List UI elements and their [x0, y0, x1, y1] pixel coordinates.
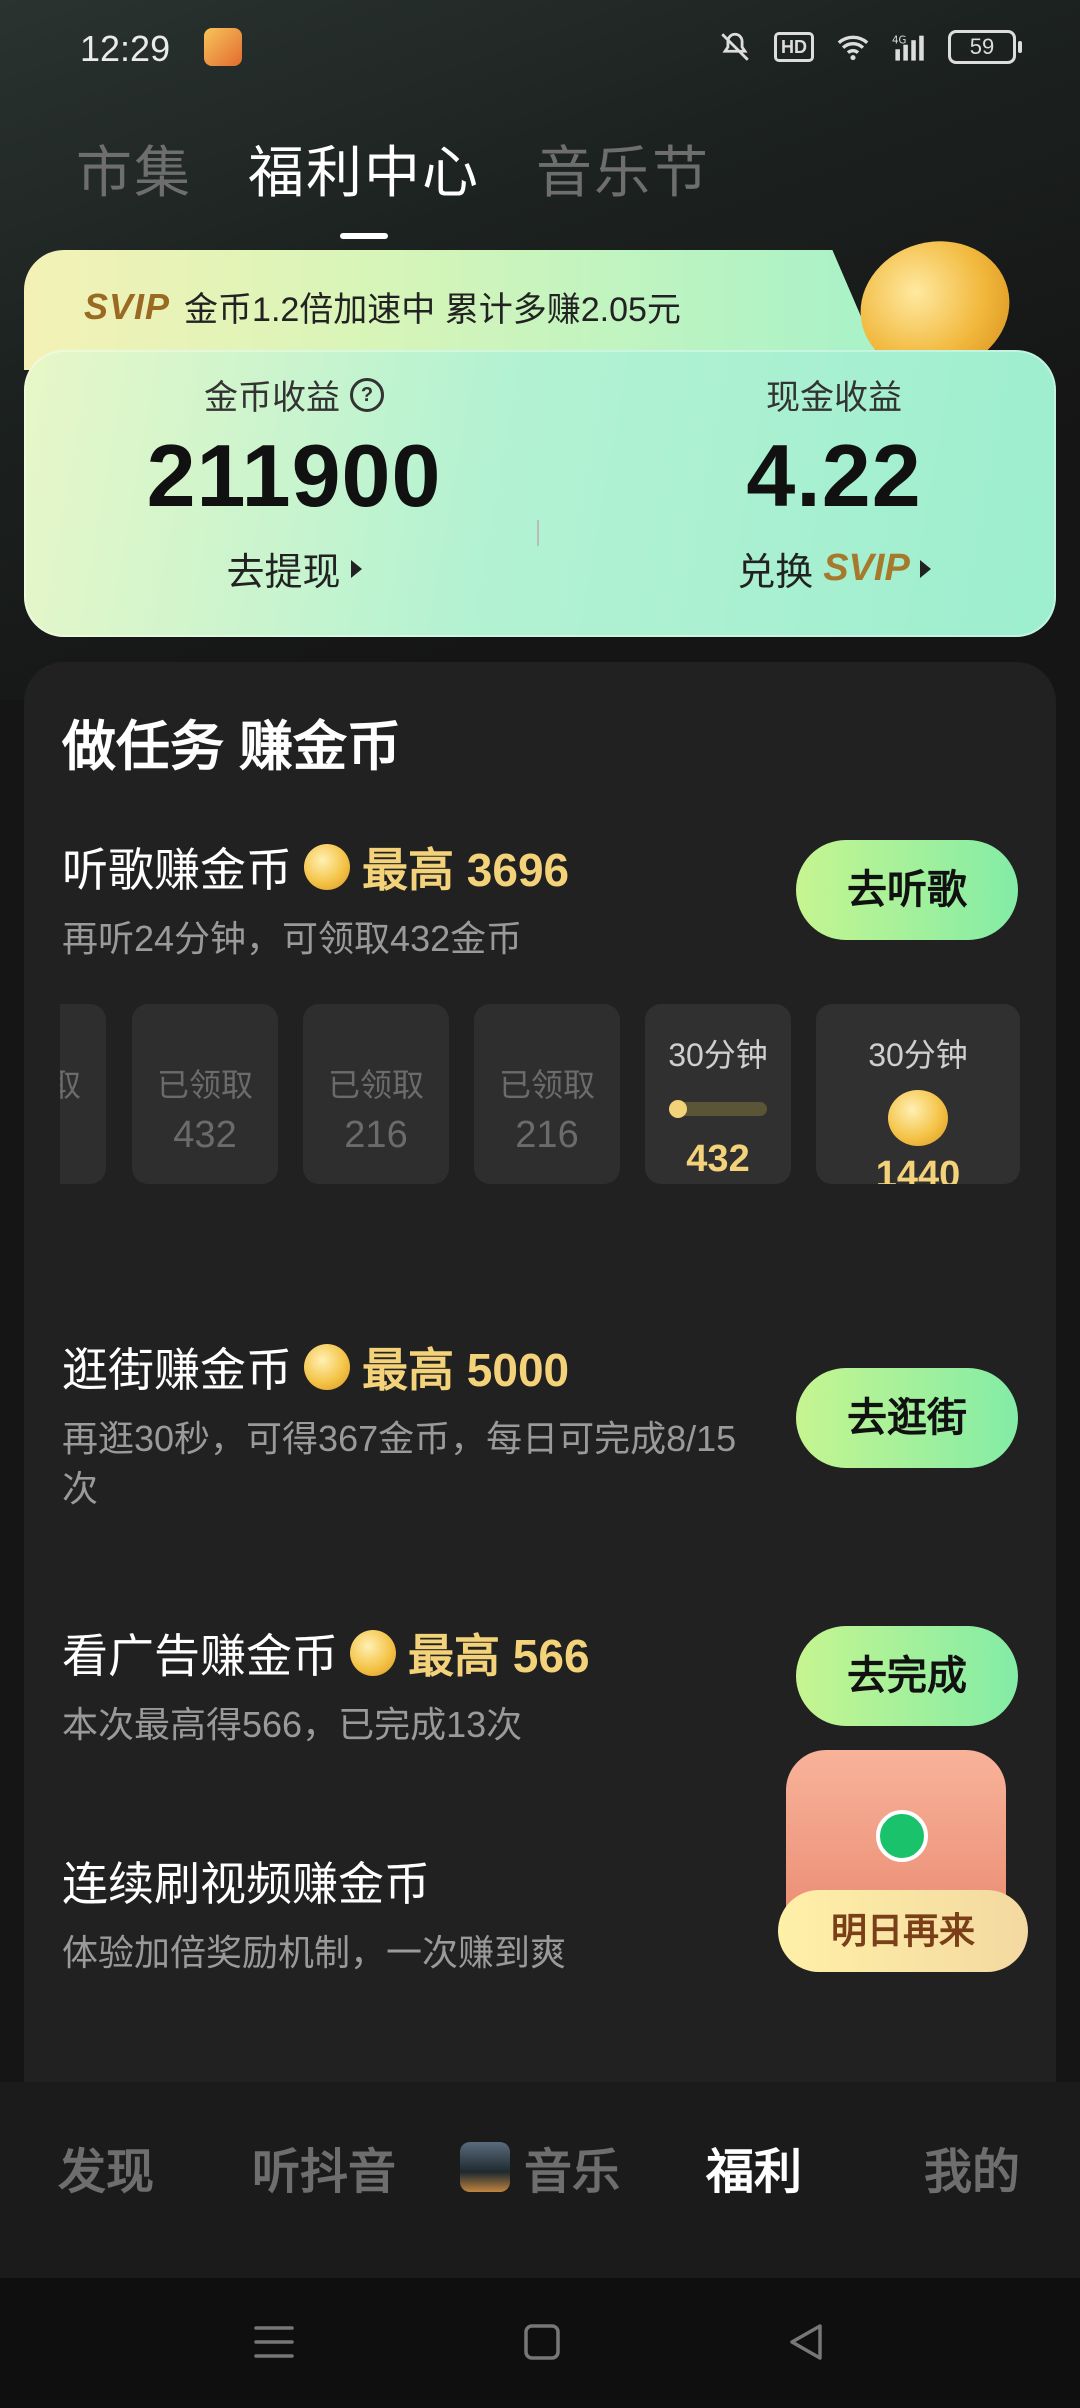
nav-me[interactable]: 我的: [924, 2132, 1020, 2202]
nav-welfare[interactable]: 福利: [706, 2132, 802, 2202]
progress-bar-knob: [669, 1100, 687, 1118]
hd-icon: HD: [774, 32, 814, 62]
nav-discover[interactable]: 发现: [58, 2132, 154, 2202]
earnings-card: SVIP 金币1.2倍加速中 累计多赚2.05元 金币收益 ? 211900 去…: [24, 224, 1056, 637]
help-icon[interactable]: ?: [350, 377, 384, 412]
bottom-nav: 发现 听抖音 音乐 福利 我的: [0, 2082, 1080, 2278]
nav-music-label: 音乐: [524, 2146, 621, 2199]
nav-listen-douyin[interactable]: 听抖音: [252, 2132, 396, 2202]
mute-icon: [721, 32, 749, 61]
ads-complete-button[interactable]: 去完成: [796, 1626, 1018, 1726]
task-listen-max: 最高 3696: [362, 844, 570, 896]
task-video-desc: 体验加倍奖励机制，一次赚到爽: [62, 1932, 567, 1973]
exchange-label: 兑换: [737, 552, 814, 594]
clock: 12:29: [80, 28, 171, 69]
arrow-right-icon: [350, 559, 362, 578]
task-ads-desc: 本次最高得566，已完成13次: [62, 1704, 523, 1745]
cash-earnings: 现金收益 4.22 兑换 SVIP: [604, 370, 1064, 596]
task-panel-title: 做任务 赚金币: [62, 717, 402, 777]
back-icon[interactable]: [786, 2322, 826, 2362]
cash-earnings-value: 4.22: [746, 426, 922, 525]
nav-music[interactable]: 音乐: [460, 2132, 620, 2202]
task-ads-title: 看广告赚金币: [62, 1630, 338, 1682]
task-shop-desc: 再逛30秒，可得367金币，每日可完成8/15次: [62, 1418, 737, 1509]
coin-icon: [304, 844, 350, 890]
cash-earnings-label: 现金收益: [766, 379, 902, 417]
status-icons: HD 4G 59: [718, 30, 1022, 64]
task-listen-desc: 再听24分钟，可领取432金币: [62, 918, 523, 959]
progress-item: 已领取 216: [303, 1004, 449, 1184]
menu-icon[interactable]: [252, 2322, 296, 2362]
task-video-title: 连续刷视频赚金币: [62, 1858, 430, 1910]
progress-item: 已领取 432: [132, 1004, 278, 1184]
task-shop-max: 最高 5000: [362, 1344, 570, 1396]
exchange-svip-link[interactable]: 兑换 SVIP: [604, 541, 1064, 596]
tab-music-festival[interactable]: 音乐节: [536, 128, 710, 209]
music-note-icon: [876, 1810, 928, 1862]
wifi-icon: [837, 35, 869, 61]
home-icon[interactable]: [522, 2322, 562, 2362]
coin-earnings-label: 金币收益: [204, 379, 340, 417]
progress-item-next[interactable]: 30分钟 1440: [816, 1004, 1020, 1184]
listen-progress-strip[interactable]: 已领取 0 已领取 432 已领取 216 已领取 216 30分钟 432 3…: [60, 1004, 1040, 1184]
task-shop-title: 逛街赚金币: [62, 1344, 292, 1396]
task-listen-title: 听歌赚金币: [62, 844, 292, 896]
progress-bar: [669, 1100, 767, 1118]
progress-item: 已领取 216: [474, 1004, 620, 1184]
svip-tag: SVIP: [84, 285, 171, 327]
coin-earnings: 金币收益 ? 211900 去提现: [64, 370, 524, 596]
top-tabs: 市集 福利中心 音乐节: [76, 128, 710, 239]
status-bar: 12:29 HD 4G 59: [0, 0, 1080, 96]
tab-market[interactable]: 市集: [76, 128, 192, 209]
coin-icon: [304, 1344, 350, 1390]
music-cover-icon: [460, 2142, 510, 2192]
earnings-body: 金币收益 ? 211900 去提现 现金收益 4.22 兑换 SVIP: [24, 350, 1056, 637]
task-ads-max: 最高 566: [408, 1630, 590, 1682]
svip-banner-label: 金币1.2倍加速中 累计多赚2.05元: [184, 291, 681, 329]
coin-earnings-value: 211900: [146, 426, 442, 525]
coin-icon: [350, 1630, 396, 1676]
withdraw-link[interactable]: 去提现: [64, 541, 524, 596]
tab-welfare-center[interactable]: 福利中心: [248, 128, 480, 239]
listen-button[interactable]: 去听歌: [796, 840, 1018, 940]
signal-icon: 4G: [892, 36, 924, 61]
progress-item-current[interactable]: 30分钟 432: [645, 1004, 791, 1184]
shop-button[interactable]: 去逛街: [796, 1368, 1018, 1468]
come-back-tomorrow-button[interactable]: 明日再来: [778, 1890, 1028, 1972]
divider: [537, 520, 539, 546]
svip-banner-text: SVIP 金币1.2倍加速中 累计多赚2.05元: [84, 282, 681, 331]
system-nav-bar: [0, 2278, 1080, 2408]
progress-item: 已领取 0: [60, 1004, 106, 1184]
withdraw-label: 去提现: [226, 552, 341, 594]
battery-icon: 59: [948, 30, 1022, 64]
notification-app-icon: [204, 28, 242, 66]
arrow-right-icon: [919, 559, 931, 578]
exchange-svip-tag: SVIP: [823, 547, 910, 589]
coin-stack-icon: [888, 1090, 948, 1146]
